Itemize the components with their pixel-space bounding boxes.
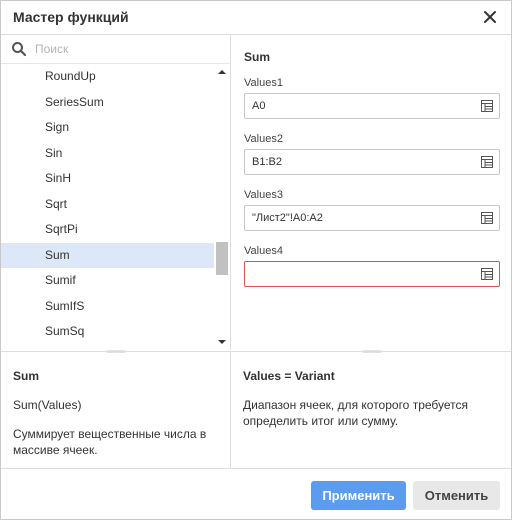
function-info-pane: Sum Sum(Values) Суммирует вещественные ч…: [1, 351, 231, 469]
arg-field-values1[interactable]: A0: [244, 93, 500, 119]
cancel-button[interactable]: Отменить: [413, 481, 500, 510]
search-input[interactable]: [35, 40, 220, 58]
function-item-sqrtpi[interactable]: SqrtPi: [1, 217, 214, 243]
arg-field-values4[interactable]: [244, 261, 500, 287]
function-list-scrollbar[interactable]: [214, 64, 230, 350]
function-item-sin[interactable]: Sin: [1, 141, 214, 167]
function-list: RoundUp SeriesSum Sign Sin SinH Sqrt Sqr…: [1, 64, 214, 350]
arg-label-values4: Values4: [244, 245, 283, 257]
argument-info-description: Диапазон ячеек, для которого требуется о…: [243, 398, 469, 428]
function-list-pane: RoundUp SeriesSum Sign Sin SinH Sqrt Sqr…: [1, 35, 231, 350]
function-item-sinh[interactable]: SinH: [1, 166, 214, 192]
search-icon: [12, 42, 27, 57]
arg-field-values2[interactable]: B1:B2: [244, 149, 500, 175]
close-icon[interactable]: [483, 10, 497, 24]
arg-value: B1:B2: [252, 156, 282, 168]
function-item-sum[interactable]: Sum: [1, 242, 214, 268]
range-select-icon[interactable]: [481, 156, 493, 168]
dialog-title: Мастер функций: [13, 9, 129, 25]
function-item-roundup[interactable]: RoundUp: [1, 64, 214, 90]
arg-label-values2: Values2: [244, 133, 283, 145]
scroll-up-arrow-icon[interactable]: [218, 68, 226, 76]
range-select-icon[interactable]: [481, 100, 493, 112]
apply-button[interactable]: Применить: [311, 481, 406, 510]
function-info-name: Sum: [13, 369, 40, 383]
search-bar: [1, 35, 230, 64]
scrollbar-thumb[interactable]: [216, 242, 228, 275]
function-info-description: Суммирует вещественные числа в массиве я…: [13, 427, 207, 457]
argument-info-title: Values = Variant: [243, 369, 335, 383]
function-item-sumif[interactable]: Sumif: [1, 268, 214, 294]
range-select-icon[interactable]: [481, 212, 493, 224]
function-item-sqrt[interactable]: Sqrt: [1, 192, 214, 218]
arg-label-values1: Values1: [244, 77, 283, 89]
range-select-icon[interactable]: [481, 268, 493, 280]
dialog-titlebar: Мастер функций: [1, 1, 511, 35]
arg-label-values3: Values3: [244, 189, 283, 201]
function-item-sumsq[interactable]: SumSq: [1, 319, 214, 345]
function-item-sign[interactable]: Sign: [1, 115, 214, 141]
arg-field-values3[interactable]: "Лист2"!A0:A2: [244, 205, 500, 231]
arg-value: "Лист2"!A0:A2: [252, 212, 323, 224]
function-item-sumifs[interactable]: SumIfS: [1, 294, 214, 320]
function-arguments-pane: Sum Values1 A0 Values2 B1:B2 Values3 "Ли…: [232, 35, 511, 350]
selected-function-name: Sum: [244, 50, 271, 64]
function-item-seriessum[interactable]: SeriesSum: [1, 90, 214, 116]
scroll-down-arrow-icon[interactable]: [218, 338, 226, 346]
argument-info-pane: Values = Variant Диапазон ячеек, для кот…: [231, 351, 511, 469]
function-wizard-dialog: Мастер функций RoundUp SeriesSum Sign Si…: [0, 0, 512, 520]
arg-value: A0: [252, 100, 266, 112]
function-info-syntax: Sum(Values): [13, 398, 82, 412]
